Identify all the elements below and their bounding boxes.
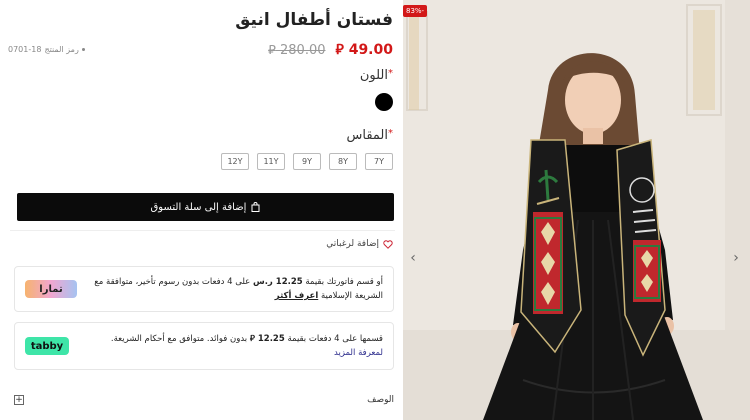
tabby-learn-more-link[interactable]: لمعرفة المزيد [334,348,383,358]
tabby-amount: 12.25 ⃁ [249,334,285,344]
add-to-cart-button[interactable]: إضافة إلى سلة التسوق [17,193,394,221]
plus-icon: + [14,395,24,405]
sku: رمز المنتج 0701-18 [8,45,85,54]
required-mark: * [388,68,393,79]
tabby-text-after: بدون فوائد. متوافق مع أحكام الشريعة. [110,334,248,344]
heart-icon [383,239,393,249]
size-option[interactable]: 11Y [257,153,285,170]
riyal-symbol: ⃁ [268,42,276,58]
add-to-cart-label: إضافة إلى سلة التسوق [150,201,247,213]
wishlist-label: إضافة لرغباتي [326,239,379,249]
current-price: 49.00 ⃁ [336,40,394,58]
tabby-text: قسمها على 4 دفعات بقيمة 12.25 ⃁ بدون فوا… [83,332,383,360]
color-label: *اللون [360,68,393,83]
chevron-right-icon[interactable]: › [730,250,742,266]
size-label: *المقاس [347,128,394,143]
bullet-icon [81,47,85,51]
sku-value: 0701-18 [8,44,42,54]
tabby-logo: tabby [25,337,69,355]
discount-badge: 83%- [403,5,428,17]
original-price-value: 280.00 [280,42,326,58]
product-details: فستان أطفال انيق 49.00 ⃁ 280.00 ⃁ رمز ال… [0,0,403,420]
color-swatch-black[interactable] [375,93,393,111]
product-gallery: 83%- ‹ › [403,0,750,420]
size-option[interactable]: 7Y [365,153,393,170]
description-toggle[interactable]: الوصف + [14,393,394,407]
price-row: 49.00 ⃁ 280.00 ⃁ رمز المنتج 0701-18 [8,40,393,58]
tamara-amount: 12.25 ر.س [252,277,303,287]
wishlist-button[interactable]: إضافة لرغباتي [326,239,393,249]
required-mark: * [388,128,393,139]
shopping-bag-icon [251,202,260,212]
current-price-value: 49.00 [348,42,393,58]
tamara-widget: أو قسم فاتورتك بقيمة 12.25 ر.س على 4 دفع… [14,266,394,312]
riyal-symbol: ⃁ [335,42,344,58]
size-option[interactable]: 12Y [221,153,249,170]
size-option[interactable]: 9Y [293,153,321,170]
tamara-text-before: أو قسم فاتورتك بقيمة [305,277,383,287]
product-title: فستان أطفال انيق [235,10,393,30]
product-image[interactable] [403,0,750,420]
size-option[interactable]: 8Y [329,153,357,170]
tamara-text: أو قسم فاتورتك بقيمة 12.25 ر.س على 4 دفع… [83,275,383,303]
tabby-widget: قسمها على 4 دفعات بقيمة 12.25 ⃁ بدون فوا… [14,322,394,370]
sku-label: رمز المنتج [44,44,79,54]
tabby-text-before: قسمها على 4 دفعات بقيمة [287,334,383,344]
original-price: 280.00 ⃁ [268,41,325,58]
color-label-text: اللون [359,68,388,83]
size-options: 7Y 8Y 9Y 11Y 12Y [221,153,393,170]
chevron-left-icon[interactable]: ‹ [407,250,419,266]
description-label: الوصف [367,395,394,405]
divider [10,230,395,231]
tamara-learn-more-link[interactable]: اعرف أكثر [275,291,318,301]
tamara-logo: تمارا [25,280,77,298]
size-label-text: المقاس [346,128,389,143]
